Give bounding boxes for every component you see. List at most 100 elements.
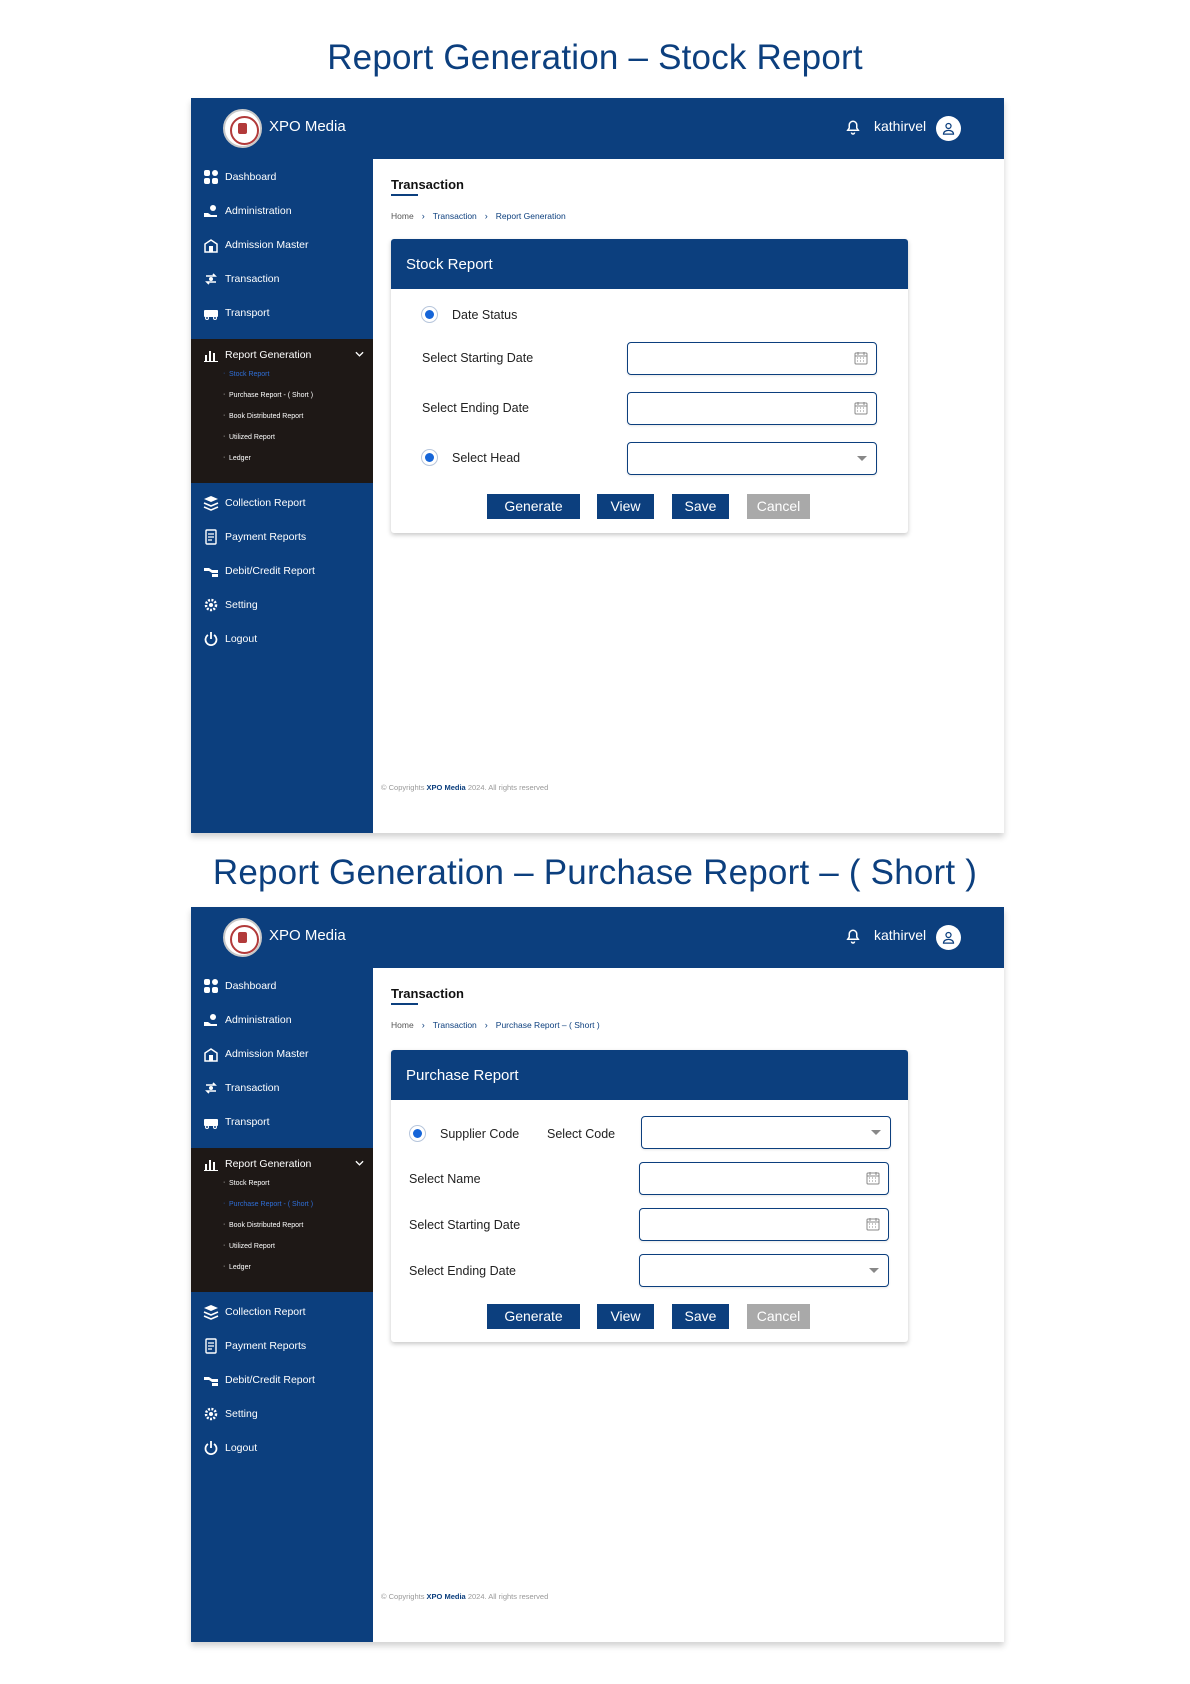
select-head-label: Select Head [452, 451, 521, 465]
main-title: Transaction [391, 177, 464, 192]
ending-date-dropdown[interactable] [639, 1254, 889, 1287]
report-generation-submenu: Report Generation Stock Report Purchase … [191, 1148, 373, 1292]
submenu-ledger[interactable]: Ledger [223, 454, 251, 462]
chevron-down-icon[interactable] [355, 351, 364, 358]
cancel-button[interactable]: Cancel [747, 494, 810, 519]
sidebar-item-label: Admission Master [225, 239, 309, 251]
collection-report-icon [203, 496, 219, 511]
submenu-book-distributed-report[interactable]: Book Distributed Report [223, 1221, 303, 1229]
sidebar-item-transaction[interactable]: Transaction [191, 1074, 373, 1102]
submenu-utilized-report[interactable]: Utilized Report [223, 433, 275, 441]
select-head-radio[interactable] [421, 449, 438, 466]
select-head-dropdown[interactable] [627, 442, 877, 475]
user-avatar-icon[interactable] [936, 925, 961, 950]
sidebar-item-collection-report[interactable]: Collection Report [191, 489, 373, 517]
starting-date-input[interactable] [627, 342, 877, 375]
submenu-stock-report[interactable]: Stock Report [223, 1179, 270, 1187]
calendar-icon[interactable] [854, 401, 868, 415]
footer-brand[interactable]: XPO Media [427, 1592, 466, 1601]
sidebar-item-label: Report Generation [225, 1158, 312, 1170]
submenu-purchase-report-short[interactable]: Purchase Report - ( Short ) [223, 391, 313, 399]
submenu-book-distributed-report[interactable]: Book Distributed Report [223, 412, 303, 420]
setting-icon [204, 598, 218, 612]
breadcrumb-transaction[interactable]: Transaction [433, 1020, 477, 1030]
sidebar-item-setting[interactable]: Setting [191, 1400, 373, 1428]
sidebar-item-setting[interactable]: Setting [191, 591, 373, 619]
ending-date-input[interactable] [627, 392, 877, 425]
dashboard-icon [204, 170, 218, 184]
chevron-down-icon[interactable] [355, 1160, 364, 1167]
sidebar-item-label: Report Generation [225, 349, 312, 361]
app-window-stock-report: XPO Media kathirvel Dashboard Administra… [191, 98, 1004, 833]
breadcrumb-home[interactable]: Home [391, 1020, 414, 1030]
calendar-icon[interactable] [866, 1217, 880, 1231]
calendar-icon[interactable] [866, 1171, 880, 1185]
sidebar-item-transaction[interactable]: Transaction [191, 265, 373, 293]
sidebar-item-debit-credit-report[interactable]: Debit/Credit Report [191, 1366, 373, 1394]
sidebar-item-transport[interactable]: Transport [191, 1108, 373, 1136]
submenu-utilized-report[interactable]: Utilized Report [223, 1242, 275, 1250]
generate-button[interactable]: Generate [487, 494, 580, 519]
breadcrumb-home[interactable]: Home [391, 211, 414, 221]
submenu-purchase-report-short[interactable]: Purchase Report - ( Short ) [223, 1200, 313, 1208]
sidebar-item-administration[interactable]: Administration [191, 1006, 373, 1034]
save-button[interactable]: Save [672, 1304, 729, 1329]
supplier-code-radio[interactable] [409, 1125, 426, 1142]
starting-date-label: Select Starting Date [422, 351, 534, 365]
date-status-radio[interactable] [421, 306, 438, 323]
starting-date-label: Select Starting Date [409, 1218, 521, 1232]
submenu-ledger[interactable]: Ledger [223, 1263, 251, 1271]
view-button[interactable]: View [597, 1304, 654, 1329]
sidebar-item-payment-reports[interactable]: Payment Reports [191, 1332, 373, 1360]
sidebar: Dashboard Administration Admission Maste… [191, 159, 373, 833]
sidebar-item-dashboard[interactable]: Dashboard [191, 972, 373, 1000]
breadcrumb: Home › Transaction › Report Generation [391, 211, 566, 221]
sidebar-item-admission-master[interactable]: Admission Master [191, 1040, 373, 1068]
sidebar-item-report-generation[interactable]: Report Generation [191, 341, 373, 369]
starting-date-input[interactable] [639, 1208, 889, 1241]
sidebar-item-transport[interactable]: Transport [191, 299, 373, 327]
username[interactable]: kathirvel [874, 927, 926, 943]
sidebar-item-label: Transport [225, 1116, 270, 1128]
sidebar-item-collection-report[interactable]: Collection Report [191, 1298, 373, 1326]
transport-icon [204, 1119, 218, 1129]
sidebar-item-logout[interactable]: Logout [191, 1434, 373, 1462]
footer-prefix: © Copyrights [381, 783, 427, 792]
sidebar-item-payment-reports[interactable]: Payment Reports [191, 523, 373, 551]
sidebar-item-label: Payment Reports [225, 1340, 307, 1352]
user-avatar-icon[interactable] [936, 116, 961, 141]
sidebar-item-logout[interactable]: Logout [191, 625, 373, 653]
select-code-dropdown[interactable] [641, 1116, 891, 1149]
breadcrumb-current[interactable]: Purchase Report – ( Short ) [496, 1020, 600, 1030]
sidebar-item-label: Setting [225, 599, 258, 611]
breadcrumb-transaction[interactable]: Transaction [433, 211, 477, 221]
transport-icon [204, 310, 218, 320]
dropdown-caret-icon [857, 456, 867, 461]
username[interactable]: kathirvel [874, 118, 926, 134]
cancel-button[interactable]: Cancel [747, 1304, 810, 1329]
sidebar-item-label: Payment Reports [225, 531, 307, 543]
footer-suffix: 2024. All rights reserved [465, 783, 549, 792]
sidebar-item-report-generation[interactable]: Report Generation [191, 1150, 373, 1178]
select-name-input[interactable] [639, 1162, 889, 1195]
generate-button[interactable]: Generate [487, 1304, 580, 1329]
main-title: Transaction [391, 986, 464, 1001]
sidebar-item-label: Logout [225, 1442, 258, 1454]
submenu-stock-report[interactable]: Stock Report [223, 370, 270, 378]
report-generation-icon [204, 1160, 218, 1171]
sidebar-item-admission-master[interactable]: Admission Master [191, 231, 373, 259]
breadcrumb-current[interactable]: Report Generation [496, 211, 566, 221]
sidebar-item-debit-credit-report[interactable]: Debit/Credit Report [191, 557, 373, 585]
calendar-icon[interactable] [854, 351, 868, 365]
bell-icon[interactable] [844, 119, 862, 137]
sidebar-item-dashboard[interactable]: Dashboard [191, 163, 373, 191]
save-button[interactable]: Save [672, 494, 729, 519]
logout-icon [204, 632, 218, 646]
bell-icon[interactable] [844, 928, 862, 946]
sidebar-item-label: Dashboard [225, 980, 277, 992]
sidebar-item-administration[interactable]: Administration [191, 197, 373, 225]
chevron-right-icon: › [421, 211, 425, 221]
transaction-icon [205, 273, 217, 285]
view-button[interactable]: View [597, 494, 654, 519]
footer-brand[interactable]: XPO Media [427, 783, 466, 792]
